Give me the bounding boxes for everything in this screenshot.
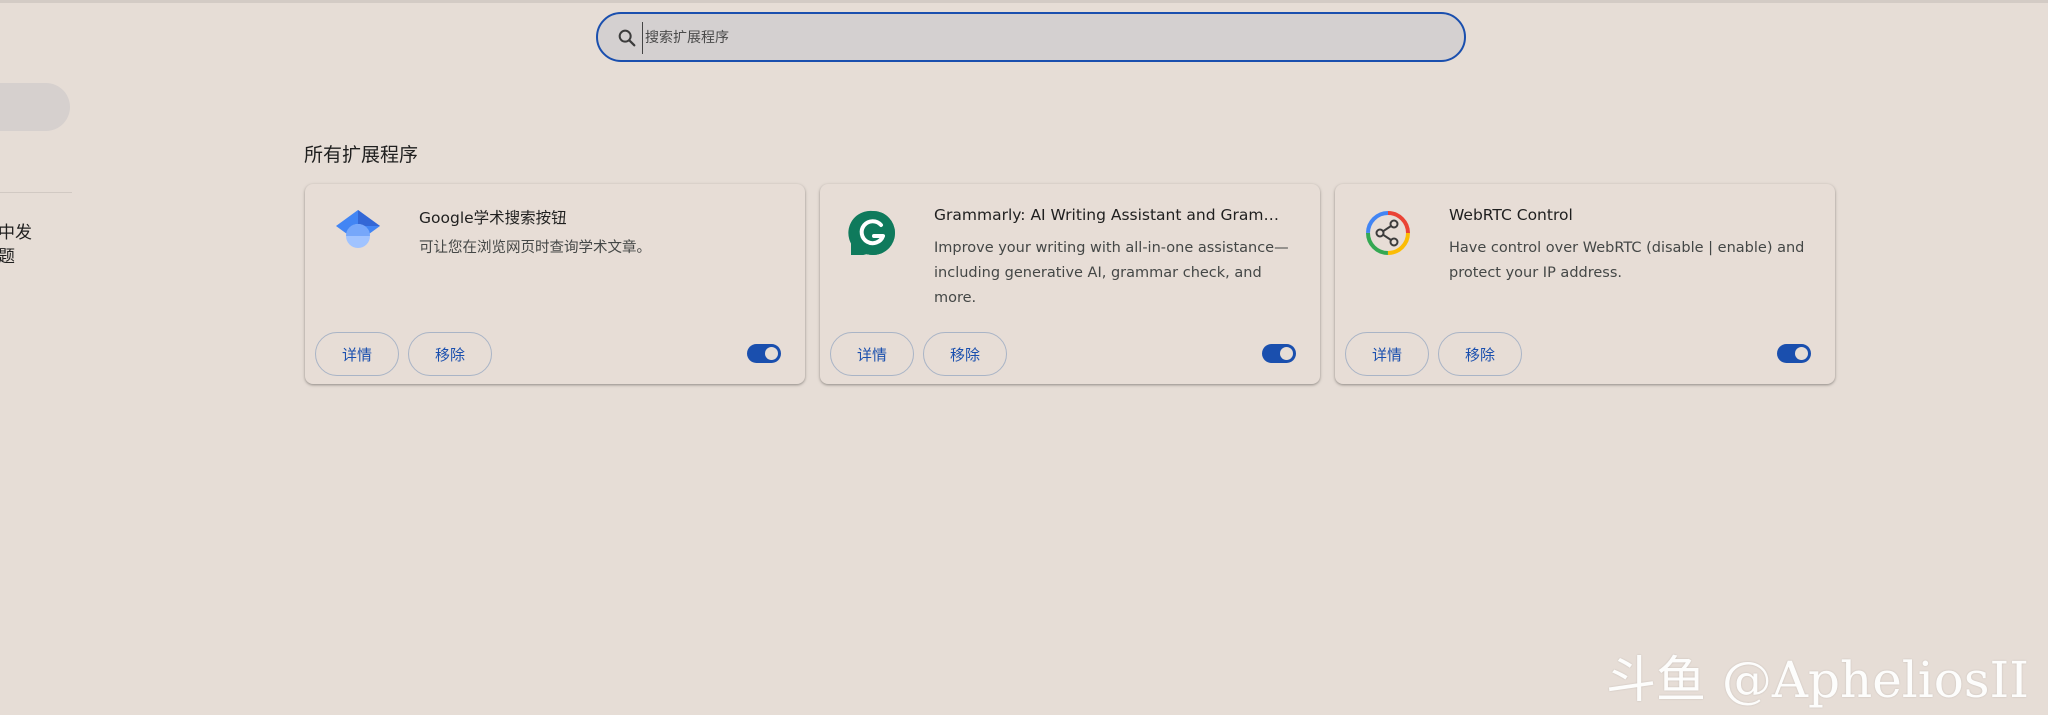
- details-button[interactable]: 详情: [315, 332, 399, 376]
- enable-toggle[interactable]: [1262, 344, 1296, 363]
- webrtc-share-icon: [1366, 211, 1410, 255]
- enable-toggle[interactable]: [747, 344, 781, 363]
- extensions-page: 中发 题 所有扩展程序 Google学术搜索按钮 可让您在浏览网页时查询学术文章…: [0, 0, 2048, 715]
- google-scholar-icon: [336, 210, 380, 248]
- sidebar-item-label[interactable]: 题: [0, 242, 15, 267]
- remove-button[interactable]: 移除: [408, 332, 492, 376]
- toggle-knob: [1795, 347, 1808, 360]
- extension-name: Google学术搜索按钮: [419, 209, 567, 227]
- sidebar-item-label[interactable]: 中发: [0, 218, 32, 243]
- grammarly-icon: [848, 210, 895, 255]
- extension-name: Grammarly: AI Writing Assistant and Gram…: [934, 206, 1294, 224]
- enable-toggle[interactable]: [1777, 344, 1811, 363]
- search-input[interactable]: [642, 22, 1447, 54]
- sidebar-item-selected[interactable]: [0, 83, 70, 131]
- toggle-knob: [765, 347, 778, 360]
- watermark: 斗鱼 @ApheliosII: [1606, 651, 2030, 709]
- extension-description: 可让您在浏览网页时查询学术文章。: [419, 240, 651, 256]
- extension-card: WebRTC Control Have control over WebRTC …: [1335, 184, 1835, 384]
- details-button[interactable]: 详情: [1345, 332, 1429, 376]
- extension-description: Improve your writing with all-in-one ass…: [934, 240, 1289, 306]
- extension-description: Have control over WebRTC (disable | enab…: [1449, 240, 1805, 281]
- search-bar[interactable]: [596, 12, 1466, 62]
- search-icon: [618, 29, 636, 47]
- sidebar-divider: [0, 192, 72, 193]
- section-title: 所有扩展程序: [304, 144, 419, 166]
- extension-card: Google学术搜索按钮 可让您在浏览网页时查询学术文章。 详情 移除: [305, 184, 805, 384]
- extension-name: WebRTC Control: [1449, 206, 1573, 224]
- details-button[interactable]: 详情: [830, 332, 914, 376]
- toggle-knob: [1280, 347, 1293, 360]
- top-divider: [0, 0, 2048, 3]
- extension-card: Grammarly: AI Writing Assistant and Gram…: [820, 184, 1320, 384]
- remove-button[interactable]: 移除: [923, 332, 1007, 376]
- remove-button[interactable]: 移除: [1438, 332, 1522, 376]
